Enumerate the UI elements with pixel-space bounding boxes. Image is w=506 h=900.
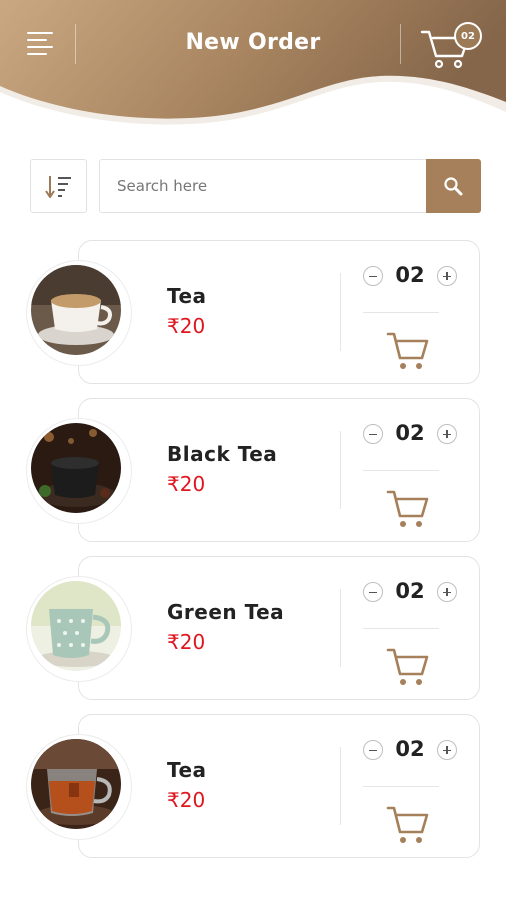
glass-tea-image [31,739,121,829]
decrease-quantity-button[interactable] [363,740,383,760]
increase-quantity-button[interactable] [437,582,457,602]
product-price: ₹20 [167,630,206,654]
add-to-cart-icon[interactable] [385,486,433,530]
quantity-value: 02 [395,421,425,445]
product-image-frame [27,261,131,365]
product-image-frame [27,735,131,839]
product-price: ₹20 [167,314,206,338]
quantity-value: 02 [395,579,425,603]
product-name: Green Tea [167,600,285,624]
increase-quantity-button[interactable] [437,424,457,444]
quantity-divider [363,786,439,787]
card-divider [340,589,341,667]
card-divider [340,273,341,351]
increase-quantity-button[interactable] [437,740,457,760]
sort-button[interactable] [30,159,87,213]
increase-quantity-button[interactable] [437,266,457,286]
magnifier-icon [444,177,463,196]
product-card[interactable]: Black Tea ₹20 02 [78,398,480,542]
add-to-cart-icon[interactable] [385,328,433,372]
product-image-frame [27,577,131,681]
product-card[interactable]: Green Tea ₹20 02 [78,556,480,700]
card-divider [340,431,341,509]
quantity-divider [363,312,439,313]
cart-count-badge: 02 [454,22,482,50]
app-header: New Order 02 [0,0,506,135]
quantity-divider [363,628,439,629]
sort-icon [45,176,71,198]
quantity-divider [363,470,439,471]
green-tea-image [31,581,121,671]
product-name: Black Tea [167,442,278,466]
decrease-quantity-button[interactable] [363,582,383,602]
product-image-frame [27,419,131,523]
product-name: Tea [167,284,207,308]
quantity-value: 02 [395,263,425,287]
decrease-quantity-button[interactable] [363,424,383,444]
header-divider-right [400,24,401,64]
tea-cup-image [31,265,121,355]
product-card[interactable]: Tea ₹20 02 [78,714,480,858]
add-to-cart-icon[interactable] [385,644,433,688]
add-to-cart-icon[interactable] [385,802,433,846]
product-card[interactable]: Tea ₹20 02 [78,240,480,384]
search-button[interactable] [426,159,481,213]
product-price: ₹20 [167,472,206,496]
product-name: Tea [167,758,207,782]
card-divider [340,747,341,825]
black-tea-image [31,423,121,513]
product-price: ₹20 [167,788,206,812]
search-bar [99,159,481,213]
quantity-value: 02 [395,737,425,761]
decrease-quantity-button[interactable] [363,266,383,286]
search-input[interactable] [100,160,425,212]
